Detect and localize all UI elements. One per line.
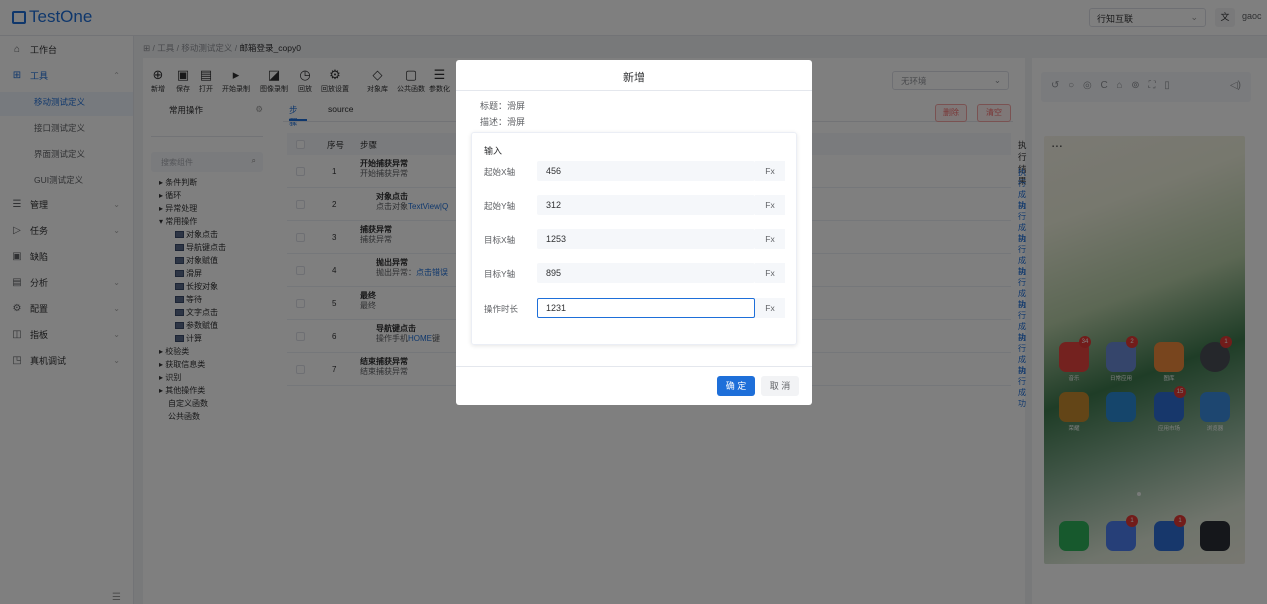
field-start-y: 起始Y轴 312 Fx [484,195,789,215]
dialog-title: 新增 [623,72,645,84]
step-title-meta: 标题：滑屏 [480,101,526,111]
field-label: 起始Y轴 [484,201,516,211]
fx-button[interactable]: Fx [755,298,785,318]
add-step-dialog: 新增 标题：滑屏 描述：滑屏 输入 起始X轴 456 Fx 起始Y轴 312 Fx 目标… [456,60,812,405]
start-y-input[interactable]: 312 [537,195,755,215]
input-section-label: 输入 [484,146,503,156]
divider [456,366,812,367]
field-label: 操作时长 [484,304,519,314]
field-duration: 操作时长 1231 Fx [484,298,789,318]
confirm-button[interactable]: 确 定 [717,376,755,396]
duration-input[interactable]: 1231 [537,298,755,318]
field-start-x: 起始X轴 456 Fx [484,161,789,181]
fx-button[interactable]: Fx [755,161,785,181]
field-label: 目标Y轴 [484,269,516,279]
fx-button[interactable]: Fx [755,263,785,283]
fx-button[interactable]: Fx [755,229,785,249]
start-x-input[interactable]: 456 [537,161,755,181]
field-target-x: 目标X轴 1253 Fx [484,229,789,249]
fx-button[interactable]: Fx [755,195,785,215]
input-section: 输入 起始X轴 456 Fx 起始Y轴 312 Fx 目标X轴 1253 Fx 目标Y轴 89… [471,132,797,345]
field-label: 起始X轴 [484,167,516,177]
target-x-input[interactable]: 1253 [537,229,755,249]
target-y-input[interactable]: 895 [537,263,755,283]
step-desc-meta: 描述：滑屏 [480,117,526,127]
cancel-button[interactable]: 取 消 [761,376,799,396]
field-target-y: 目标Y轴 895 Fx [484,263,789,283]
divider [456,90,812,91]
field-label: 目标X轴 [484,235,516,245]
